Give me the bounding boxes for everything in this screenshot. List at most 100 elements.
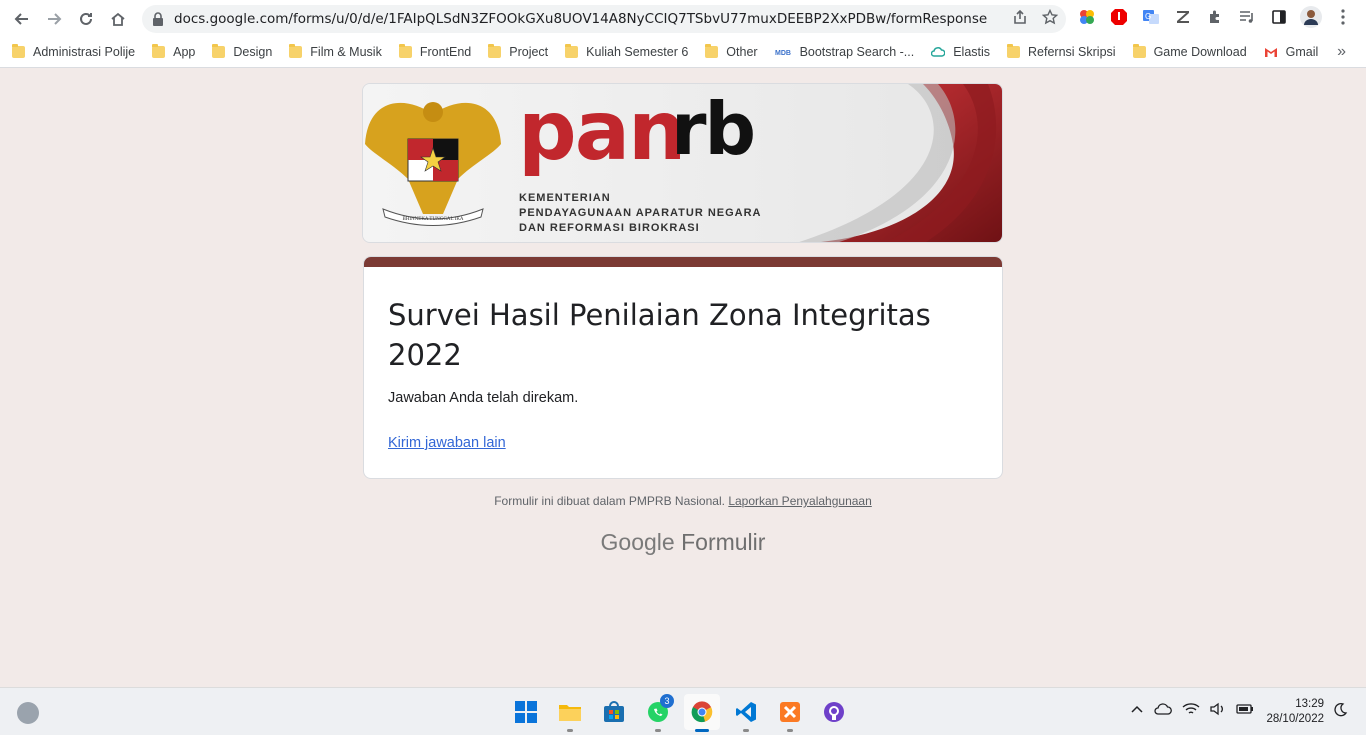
gmail-icon [1264,47,1277,57]
extensions-area: G [1076,6,1354,28]
home-button[interactable] [102,3,134,35]
report-abuse-link[interactable]: Laporkan Penyalahgunaan [728,494,871,508]
system-clock[interactable]: 13:29 28/10/2022 [1258,697,1324,727]
svg-text:MDB: MDB [775,50,791,57]
chrome-app[interactable] [684,694,720,732]
bookmark-item[interactable]: Design [212,44,272,59]
wifi-icon[interactable] [1182,702,1200,719]
folder-icon [12,44,25,58]
browser-toolbar: docs.google.com/forms/u/0/d/e/1FAIpQLSdN… [0,0,1366,37]
svg-text:G: G [1145,12,1151,21]
home-icon [111,12,125,26]
xampp-icon [780,702,800,722]
translate-extension-icon[interactable]: G [1140,6,1162,28]
form-header-banner: BHINNEKA TUNGGAL IKA pan rb KEMENTERIAN … [362,83,1003,243]
folder-icon [289,44,303,58]
card-accent-bar [364,257,1002,267]
vscode-icon [736,702,756,722]
footer-note: Formulir ini dibuat dalam PMPRB Nasional… [0,494,1366,508]
running-indicator [655,729,661,732]
windows-taskbar: 3 13:29 28/10/2022 [0,687,1366,735]
arrow-right-icon [48,13,62,25]
folder-icon [705,44,719,58]
address-bar[interactable]: docs.google.com/forms/u/0/d/e/1FAIpQLSdN… [142,5,1066,33]
reload-button[interactable] [70,3,102,35]
confirmation-card: Survei Hasil Penilaian Zona Integritas 2… [363,256,1003,479]
forms-wordmark: Formulir [681,529,766,555]
github-desktop-app[interactable] [816,694,852,730]
bookmark-item[interactable]: Game Download [1132,44,1247,59]
bookmark-item[interactable]: Project [488,44,548,59]
github-icon [824,702,844,722]
color-picker-extension-icon[interactable] [1076,6,1098,28]
chevron-up-icon[interactable] [1130,702,1144,719]
forward-button[interactable] [38,3,70,35]
bookmark-item[interactable]: Kuliah Semester 6 [565,44,688,59]
running-indicator [787,729,793,732]
folder-icon [398,44,412,58]
clock-time: 13:29 [1295,698,1324,710]
mdb-icon: MDB [775,50,791,57]
google-forms-logo[interactable]: Google Formulir [0,529,1366,556]
bookmark-item[interactable]: Administrasi Polije [12,44,135,59]
submit-another-response-link[interactable]: Kirim jawaban lain [388,435,506,451]
media-control-icon[interactable] [1236,6,1258,28]
folder-icon [559,705,581,721]
system-tray [1130,702,1254,719]
confirmation-message: Jawaban Anda telah direkam. [388,390,579,406]
whatsapp-app[interactable]: 3 [640,694,676,732]
battery-icon[interactable] [1236,702,1254,719]
vscode-app[interactable] [728,694,764,732]
start-button[interactable] [508,694,544,730]
share-icon[interactable] [1012,9,1028,30]
folder-icon [565,44,579,58]
svg-text:BHINNEKA TUNGGAL IKA: BHINNEKA TUNGGAL IKA [402,217,463,222]
xampp-app[interactable] [772,694,808,732]
microsoft-store-app[interactable] [596,694,632,730]
cloud-icon [931,47,946,57]
kebab-menu-icon[interactable] [1332,6,1354,28]
url-text[interactable]: docs.google.com/forms/u/0/d/e/1FAIpQLSdN… [174,11,994,27]
profile-avatar[interactable] [1300,6,1322,28]
reload-icon [80,12,92,25]
bookmark-item[interactable]: Film & Musik [289,44,382,59]
notification-moon-icon[interactable] [1332,702,1348,721]
bookmark-item[interactable]: FrontEnd [398,44,471,59]
bookmarks-overflow-icon[interactable]: » [1337,43,1346,61]
onedrive-icon[interactable] [1154,702,1172,719]
taskbar-apps: 3 [508,694,852,732]
volume-icon[interactable] [1210,702,1226,719]
file-explorer-app[interactable] [552,694,588,732]
bookmark-item[interactable]: Refernsi Skripsi [1007,44,1116,59]
side-panel-icon[interactable] [1268,6,1290,28]
folder-icon [212,44,226,58]
ministry-line-2: PENDAYAGUNAAN APARATUR NEGARA [519,207,762,219]
back-button[interactable] [6,3,38,35]
puzzle-icon[interactable] [1204,6,1226,28]
running-indicator [743,729,749,732]
store-icon [604,701,624,722]
ministry-line-3: DAN REFORMASI BIROKRASI [519,222,700,234]
notification-badge: 3 [660,694,674,708]
chrome-icon [691,701,713,723]
arrow-left-icon [14,13,28,25]
bookmark-star-icon[interactable] [1041,8,1059,30]
clock-date: 28/10/2022 [1266,713,1324,725]
zotero-extension-icon[interactable] [1172,6,1194,28]
bookmark-item[interactable]: Other [705,44,758,59]
bookmark-item[interactable]: Gmail [1264,45,1318,59]
brand-rb: rb [671,87,754,171]
folder-icon [152,44,166,58]
running-indicator [567,729,573,732]
weather-widget-icon[interactable] [17,702,39,724]
google-wordmark: Google [600,529,675,555]
folder-icon [1132,44,1146,58]
windows-logo-icon [515,701,537,723]
bookmark-item[interactable]: App [152,44,195,59]
adblock-extension-icon[interactable] [1108,6,1130,28]
bookmark-item[interactable]: Elastis [931,45,990,59]
running-indicator [695,729,709,732]
bookmarks-bar: Administrasi Polije App Design Film & Mu… [0,37,1366,68]
bookmark-item[interactable]: MDB Bootstrap Search -... [775,45,915,59]
ministry-line-1: KEMENTERIAN [519,192,611,204]
